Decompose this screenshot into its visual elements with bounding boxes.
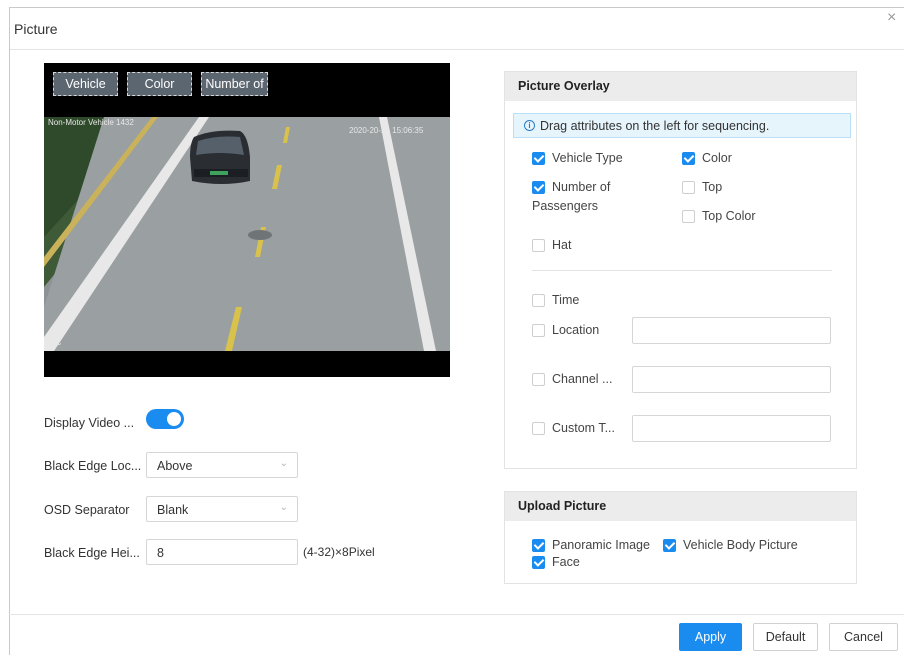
checkbox-label: Vehicle Type [552,151,623,165]
checkbox-label: Number of [552,180,611,194]
checkbox-label: Face [552,555,580,569]
channel-input[interactable] [632,366,831,393]
info-icon: i [524,120,535,131]
check-icon [663,539,676,552]
close-icon[interactable]: × [887,10,896,26]
video-preview: Vehicle Color Number of Non-Motor Vehicl… [44,63,450,377]
divider [532,270,832,271]
upload-picture-panel: Upload Picture Panoramic Image Vehicle B… [504,491,857,584]
checkbox-label: Custom T... [552,421,615,435]
footer-divider [9,614,904,615]
black-edge-location-label: Black Edge Loc... [44,459,142,473]
check-icon [532,181,545,194]
checkbox-label-line2: Passengers [532,199,599,213]
checkbox-label: Color [702,151,732,165]
black-edge-height-label: Black Edge Hei... [44,546,140,560]
black-edge-location-value: Above [157,459,193,473]
upload-picture-title: Upload Picture [505,492,856,521]
location-input[interactable] [632,317,831,344]
osd-item-number-of[interactable]: Number of [201,72,268,96]
checkbox-label: Time [552,293,580,307]
custom-text-input[interactable] [632,415,831,442]
check-icon [532,539,545,552]
overlay-timestamp: 2020-20-21 15:06:35 [349,126,424,135]
black-edge-height-unit: (4-32)×8Pixel [303,545,375,559]
check-icon [532,152,545,165]
checkbox-label: Vehicle Body Picture [683,538,798,552]
osd-separator-select[interactable]: Blank ⌄ [146,496,298,522]
display-video-toggle[interactable] [146,409,184,429]
checkbox-label: Location [552,323,600,337]
checkbox-label: Panoramic Image [552,538,650,552]
apply-button[interactable]: Apply [679,623,742,651]
road-scene-image: Non-Motor Vehicle 1432 2020-20-21 15:06:… [44,117,450,351]
info-banner: i Drag attributes on the left for sequen… [513,113,851,138]
picture-overlay-panel: Picture Overlay i Drag attributes on the… [504,71,857,469]
cancel-button[interactable]: Cancel [829,623,898,651]
overlay-text-bottom-left: IPC [48,338,62,347]
osd-item-vehicle[interactable]: Vehicle [53,72,118,96]
dialog-title: Picture [14,21,58,37]
osd-separator-value: Blank [157,503,189,517]
checkbox-label: Top Color [702,209,756,223]
picture-overlay-title: Picture Overlay [505,72,856,101]
chevron-down-icon: ⌄ [279,458,288,469]
chevron-down-icon: ⌄ [279,502,288,513]
info-text: Drag attributes on the left for sequenci… [540,119,770,133]
checkbox-label: Channel ... [552,372,613,386]
black-edge-location-select[interactable]: Above ⌄ [146,452,298,478]
checkbox-label: Top [702,180,723,194]
overlay-text-top-left: Non-Motor Vehicle 1432 [48,118,134,127]
check-icon [532,556,545,569]
osd-item-color[interactable]: Color [127,72,192,96]
black-edge-height-input[interactable]: 8 [146,539,298,565]
default-button[interactable]: Default [753,623,818,651]
osd-separator-label: OSD Separator [44,503,130,517]
toggle-knob [167,412,181,426]
checkbox-label: Hat [552,238,572,252]
display-video-label: Display Video ... [44,416,135,430]
black-edge-height-value: 8 [157,546,164,560]
check-icon [682,152,695,165]
dialog-header: Picture [10,8,904,50]
